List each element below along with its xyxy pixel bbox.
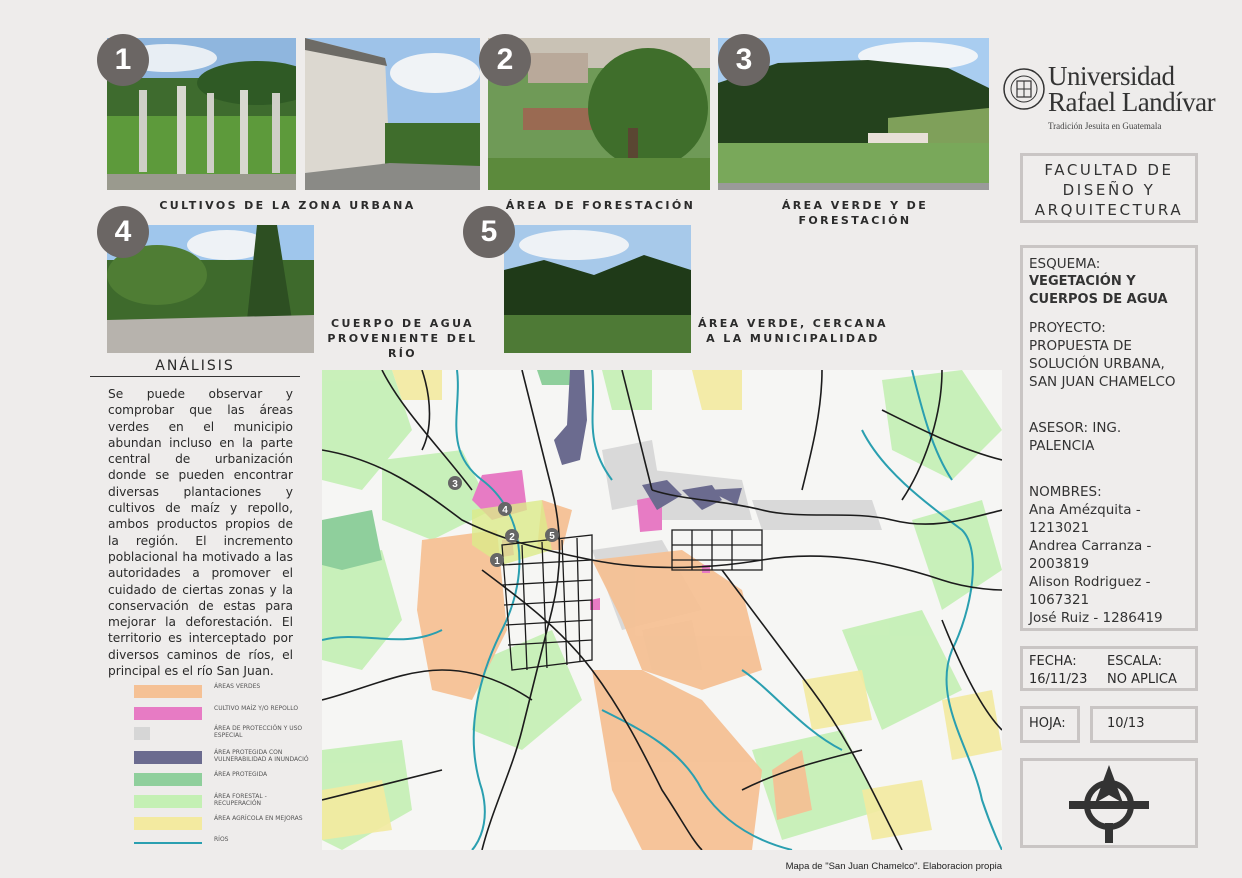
escala-value: NO APLICA xyxy=(1107,672,1177,687)
nombre-item: Ana Amézquita - 1213021 xyxy=(1029,502,1141,536)
caption-cuerpo-agua-line1: CUERPO DE AGUA xyxy=(331,317,474,330)
legend-label: ÁREA DE PROTECCIÓN Y USO ESPECIAL xyxy=(214,725,303,739)
photo-badge-5: 5 xyxy=(463,206,515,258)
caption-municipalidad-line2: A LA MUNICIPALIDAD xyxy=(706,332,880,345)
photo-badge-3: 3 xyxy=(718,34,770,86)
map-marker-2: 2 xyxy=(509,532,515,543)
caption-cuerpo-agua: CUERPO DE AGUA PROVENIENTE DEL RÍO xyxy=(310,316,495,361)
legend-label: ÁREA PROTEGIDA CON VULNERABILIDAD A INUN… xyxy=(214,749,309,763)
proyecto-label: PROYECTO: xyxy=(1029,320,1106,336)
hoja-value: 10/13 xyxy=(1107,716,1145,731)
esquema-label: ESQUEMA: xyxy=(1029,256,1101,272)
caption-municipalidad-line1: ÁREA VERDE, CERCANA xyxy=(698,317,888,330)
legend-swatch xyxy=(134,817,202,830)
esquema-value: VEGETACIÓN Y CUERPOS DE AGUA xyxy=(1029,274,1168,307)
escala-group: ESCALA: NO APLICA xyxy=(1107,653,1177,689)
photo-badge-1: 1 xyxy=(97,34,149,86)
photo-badge-4: 4 xyxy=(97,206,149,258)
legend-item: ÁREA PROTEGIDA CON VULNERABILIDAD A INUN… xyxy=(134,749,314,769)
nombre-item: José Ruiz - 1286419 xyxy=(1029,610,1163,626)
fecha-label: FECHA: xyxy=(1029,654,1077,669)
nombre-item: Andrea Carranza - 2003819 xyxy=(1029,538,1152,572)
project-info-box: ESQUEMA: VEGETACIÓN Y CUERPOS DE AGUA PR… xyxy=(1020,245,1198,631)
fecha-group: FECHA: 16/11/23 xyxy=(1029,653,1087,689)
map-marker-5: 5 xyxy=(549,531,555,542)
legend-swatch xyxy=(134,707,202,720)
photo-municipalidad xyxy=(504,225,691,353)
legend-item: ÁREA PROTEGIDA xyxy=(134,771,314,791)
fecha-escala-box: FECHA: 16/11/23 ESCALA: NO APLICA xyxy=(1020,646,1198,691)
legend-item: CULTIVO MAÍZ Y/O REPOLLO xyxy=(134,705,314,725)
hoja-label-box: HOJA: xyxy=(1020,706,1080,743)
hoja-label: HOJA: xyxy=(1029,716,1066,731)
legend-label: RÍOS xyxy=(214,836,229,843)
hoja-value-box: 10/13 xyxy=(1090,706,1198,743)
legend-swatch xyxy=(134,685,202,698)
caption-forestacion: ÁREA DE FORESTACIÓN xyxy=(505,199,696,212)
caption-area-verde-line2: FORESTACIÓN xyxy=(798,214,912,227)
legend-swatch xyxy=(134,773,202,786)
legend-label: ÁREAS VERDES xyxy=(214,683,261,690)
caption-area-verde-line1: ÁREA VERDE Y DE xyxy=(781,199,929,212)
university-logo: Universidad Rafael Landívar Tradición Je… xyxy=(1002,55,1216,140)
legend-label: CULTIVO MAÍZ Y/O REPOLLO xyxy=(214,705,299,712)
map-marker-3: 3 xyxy=(452,479,458,490)
university-seal-icon xyxy=(1003,68,1045,110)
north-arrow-box xyxy=(1020,758,1198,848)
proyecto-value: PROPUESTA DE SOLUCIÓN URBANA, SAN JUAN C… xyxy=(1029,338,1176,390)
map-marker-4: 4 xyxy=(502,505,508,516)
university-motto: Tradición Jesuita en Guatemala xyxy=(1048,121,1162,131)
legend-swatch xyxy=(134,727,150,740)
caption-cultivos: CULTIVOS DE LA ZONA URBANA xyxy=(159,199,416,212)
urban-map: 1 2 3 4 5 xyxy=(322,370,1002,850)
analysis-text: Se puede observar y comprobar que las ár… xyxy=(108,387,293,679)
caption-cuerpo-agua-line2: PROVENIENTE DEL RÍO xyxy=(327,332,478,360)
legend-label: ÁREA FORESTAL - RECUPERACIÓN xyxy=(214,793,267,807)
legend-item: RÍOS xyxy=(134,836,314,856)
photo-badge-2: 2 xyxy=(479,34,531,86)
asesor: ASESOR: ING. PALENCIA xyxy=(1029,420,1122,454)
university-name-line2: Rafael Landívar xyxy=(1048,87,1216,117)
nombres-label: NOMBRES: xyxy=(1029,484,1102,500)
legend-item: ÁREA FORESTAL - RECUPERACIÓN xyxy=(134,793,314,813)
map-marker-1: 1 xyxy=(494,556,500,567)
legend-swatch xyxy=(134,842,202,844)
legend-swatch xyxy=(134,795,202,808)
legend-label: ÁREA AGRÍCOLA EN MEJORAS xyxy=(214,815,303,822)
map-credit: Mapa de "San Juan Chamelco". Elaboracion… xyxy=(785,861,1002,872)
analysis-title: ANÁLISIS xyxy=(90,358,300,377)
nombre-item: Alison Rodriguez - 1067321 xyxy=(1029,574,1151,608)
legend-label: ÁREA PROTEGIDA xyxy=(214,771,268,778)
faculty-box: FACULTAD DE DISEÑO Y ARQUITECTURA xyxy=(1020,153,1198,223)
fecha-value: 16/11/23 xyxy=(1029,672,1088,687)
faculty-line1: FACULTAD DE xyxy=(1044,161,1174,179)
escala-label: ESCALA: xyxy=(1107,654,1163,669)
faculty-line2: DISEÑO Y xyxy=(1062,181,1156,199)
caption-area-verde: ÁREA VERDE Y DE FORESTACIÓN xyxy=(730,198,980,228)
legend-item: ÁREA AGRÍCOLA EN MEJORAS xyxy=(134,815,314,835)
photo-cultivos-2 xyxy=(305,38,480,190)
compass-north-icon xyxy=(1069,765,1149,843)
faculty-line3: ARQUITECTURA xyxy=(1034,201,1184,219)
legend-item: ÁREA DE PROTECCIÓN Y USO ESPECIAL xyxy=(134,725,314,745)
legend-swatch xyxy=(134,751,202,764)
caption-municipalidad: ÁREA VERDE, CERCANA A LA MUNICIPALIDAD xyxy=(698,316,888,346)
legend-item: ÁREAS VERDES xyxy=(134,683,314,703)
